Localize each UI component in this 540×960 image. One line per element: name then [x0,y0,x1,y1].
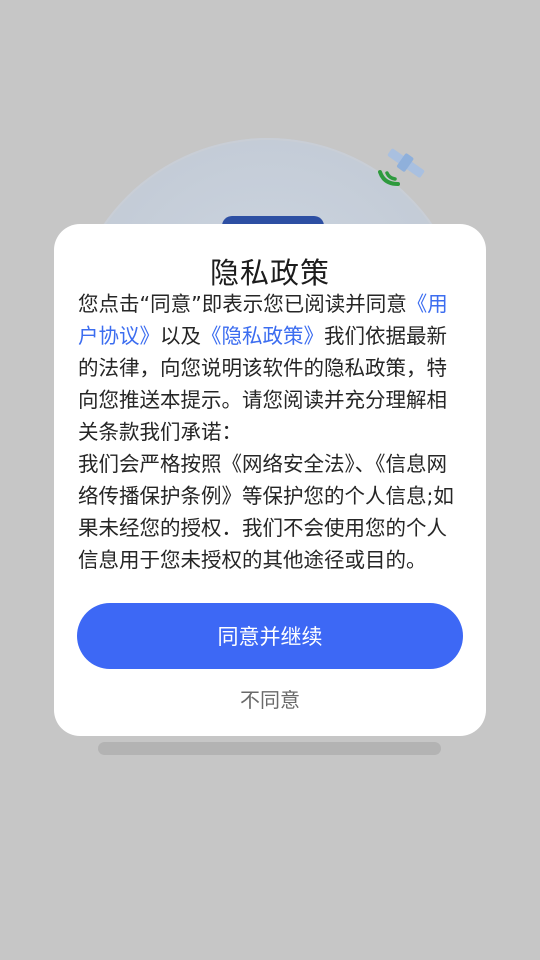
satellite-icon [378,148,425,186]
privacy-policy-link[interactable]: 《隐私政策》 [201,324,324,348]
agree-continue-button[interactable]: 同意并继续 [77,603,463,669]
dialog-paragraph-2: 我们会严格按照《网络安全法》、《信息网络传播保护条例》等保护您的个人信息;如果未… [78,452,454,572]
background-bar [98,742,441,755]
dialog-content: 您点击“同意”即表示您已阅读并同意《用户协议》以及《隐私政策》我们依据最新的法律… [78,288,466,576]
disagree-button[interactable]: 不同意 [54,684,486,713]
intro-text: 您点击“同意”即表示您已阅读并同意 [78,292,407,316]
dialog-paragraph-1: 您点击“同意”即表示您已阅读并同意《用户协议》以及《隐私政策》我们依据最新的法律… [78,288,466,448]
dialog-title: 隐私政策 [209,256,330,290]
privacy-dialog: 隐私政策 您点击“同意”即表示您已阅读并同意《用户协议》以及《隐私政策》我们依据… [54,224,486,736]
and-text: 以及 [160,324,201,348]
